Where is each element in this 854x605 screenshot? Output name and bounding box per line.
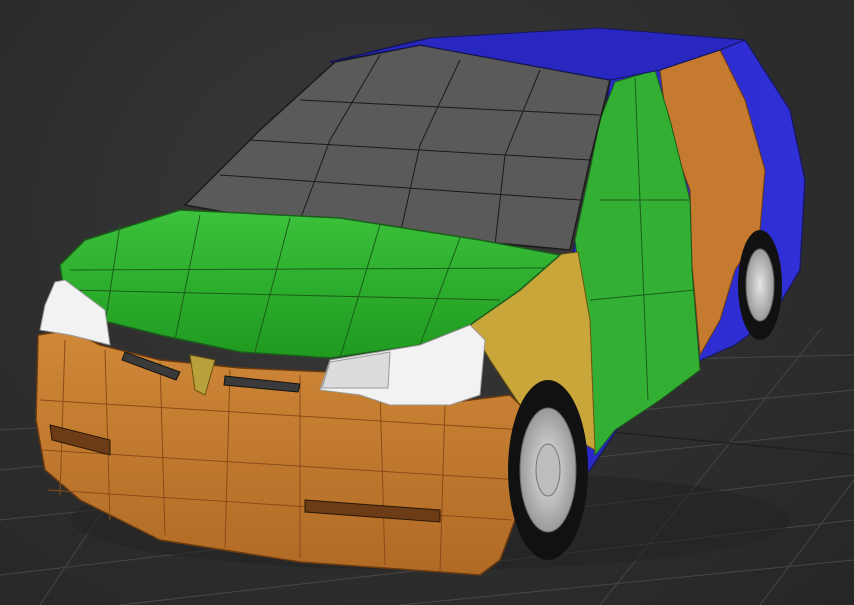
viewport-canvas[interactable] (0, 0, 854, 605)
wheel-rear[interactable] (738, 230, 782, 340)
3d-viewport[interactable] (0, 0, 854, 605)
wheel-front[interactable] (508, 380, 588, 560)
